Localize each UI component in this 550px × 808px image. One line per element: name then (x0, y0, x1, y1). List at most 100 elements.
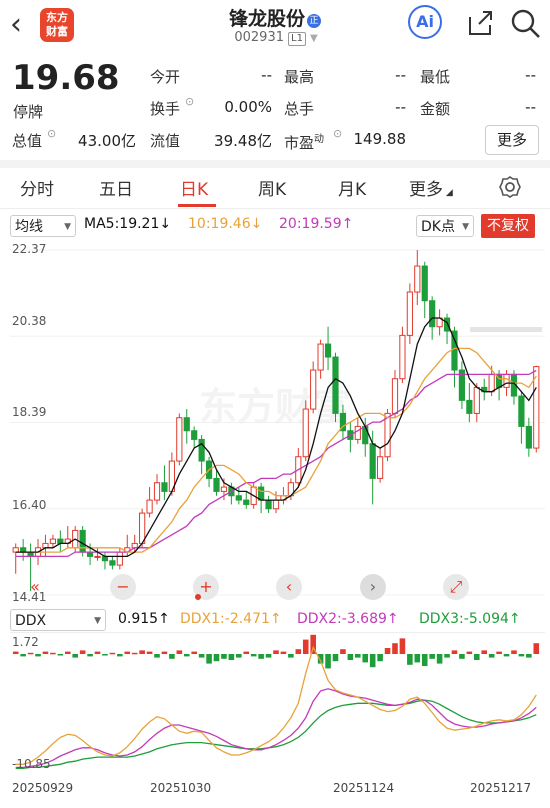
ddx-bar (94, 651, 101, 654)
ddx-bar (72, 654, 78, 658)
stock-name: 锋龙股份 (228, 8, 305, 30)
pe-label-text: 市盈 (284, 134, 315, 152)
ddx-bar (503, 654, 510, 657)
ddx-bar (340, 649, 346, 654)
dk-select[interactable]: DK点 ▼ (416, 215, 474, 237)
candle-body (176, 417, 183, 462)
candle-body (42, 542, 49, 549)
ddx-bar (206, 654, 212, 664)
ddx-bar (27, 652, 34, 655)
ddx-bar (109, 652, 116, 655)
indicator-select[interactable]: 均线 ▼ (10, 215, 76, 237)
y-tick-4: 16.40 (12, 498, 47, 512)
low-value: -- (525, 66, 536, 84)
tab-daily-k[interactable]: 日K (180, 175, 208, 200)
chevron-down-icon: ▼ (64, 222, 71, 232)
ddx-chart[interactable] (0, 632, 550, 777)
adjust-toggle-button[interactable]: 不复权 (481, 214, 535, 238)
candle-body (384, 412, 391, 458)
open-label: 今开 (150, 68, 181, 86)
pan-left-button[interactable]: ‹ (276, 574, 302, 600)
high-value: -- (395, 66, 406, 84)
gear-icon[interactable] (498, 175, 522, 199)
quote-more-button[interactable]: 更多 (485, 125, 539, 155)
tab-weekly-k[interactable]: 周K (258, 175, 286, 200)
ddx-select[interactable]: DDX ▼ (10, 609, 106, 631)
pan-right-button[interactable]: › (360, 574, 386, 600)
share-icon[interactable] (465, 8, 495, 38)
name-badge: 正 (307, 13, 321, 28)
current-price: 19.68 (12, 58, 120, 98)
kline-chart[interactable]: 东方财富 (0, 240, 550, 605)
ddx-bar (87, 654, 93, 657)
stock-code-row[interactable]: 002931 L1 ▼ (196, 30, 356, 46)
candle-body (220, 486, 228, 492)
ddx-bar (459, 654, 465, 659)
candle-body (49, 538, 57, 544)
zoom-dot (195, 594, 201, 600)
candle-body (94, 555, 101, 558)
ddx-bar (221, 654, 227, 659)
y-tick-2: 20.38 (12, 314, 47, 328)
market-cap-label: 总值 (12, 132, 43, 150)
rewind-button[interactable]: « (22, 574, 48, 600)
ddx-bar (332, 654, 339, 662)
tab-monthly-k[interactable]: 月K (338, 175, 366, 200)
stock-title: 锋龙股份正 (200, 4, 350, 31)
candle-body (473, 386, 480, 414)
tabs-divider (0, 208, 550, 209)
market-cap-value: 43.00亿 (78, 132, 136, 150)
search-icon[interactable] (510, 8, 542, 40)
ddx-bar (117, 654, 123, 657)
candle-body (503, 373, 510, 388)
info-icon[interactable]: ⊙ (185, 95, 194, 108)
candle-body (265, 499, 272, 510)
ddx-bar (146, 651, 153, 654)
tab-more-label: 更多 (409, 180, 443, 200)
ddx-bar (131, 652, 138, 655)
level-badge: L1 (288, 32, 306, 46)
ddx-bar (377, 654, 383, 662)
candle-body (109, 560, 116, 566)
back-chevron-left-icon[interactable]: ‹ (10, 10, 22, 40)
stock-code: 002931 (234, 30, 284, 45)
ddx-bar (511, 650, 517, 654)
y-tick-1: 22.37 (12, 242, 47, 256)
ddx1-value: DDX1:-2.471↑ (180, 611, 282, 627)
candle-body (332, 356, 339, 414)
candle-body (101, 555, 109, 562)
float-cap-label: 流值 (150, 132, 181, 150)
tab-more[interactable]: 更多 ◢ (409, 175, 453, 200)
ddx-bar (236, 654, 242, 658)
tab-intraday[interactable]: 分时 (20, 175, 54, 200)
candle-body (399, 334, 406, 380)
ddx-bar (139, 650, 145, 654)
ddx-bar (384, 648, 391, 654)
turnover-label: 换手 (150, 100, 181, 118)
fullscreen-button[interactable]: ⤢ (443, 574, 469, 600)
candle-body (258, 486, 265, 501)
candle-body (213, 477, 220, 492)
candle-body (146, 499, 153, 514)
ddx-bar (213, 654, 220, 662)
ddx-bar (20, 654, 26, 657)
ddx-bar (198, 654, 205, 658)
chevron-down-icon: ▼ (94, 616, 101, 626)
candle-body (414, 265, 421, 293)
candle-body (161, 482, 168, 492)
tab-five-day[interactable]: 五日 (99, 175, 133, 200)
ma5-value: MA5:19.21↓ (84, 216, 172, 232)
ddx-bar (12, 651, 19, 654)
candle-body (79, 529, 86, 553)
ddx-bar (429, 654, 435, 659)
logo-line-1: 东方 (46, 11, 68, 24)
candle-body (116, 551, 123, 566)
ddx2-value: DDX2:-3.689↑ (297, 611, 399, 627)
open-value: -- (261, 66, 272, 84)
zoom-out-button[interactable]: − (110, 574, 136, 600)
info-icon[interactable]: ⊙ (47, 127, 56, 140)
ai-button[interactable]: Ai (408, 5, 442, 39)
ddx-bar (243, 651, 250, 654)
ddx-bar (355, 654, 361, 658)
ddx-bar (280, 651, 287, 654)
